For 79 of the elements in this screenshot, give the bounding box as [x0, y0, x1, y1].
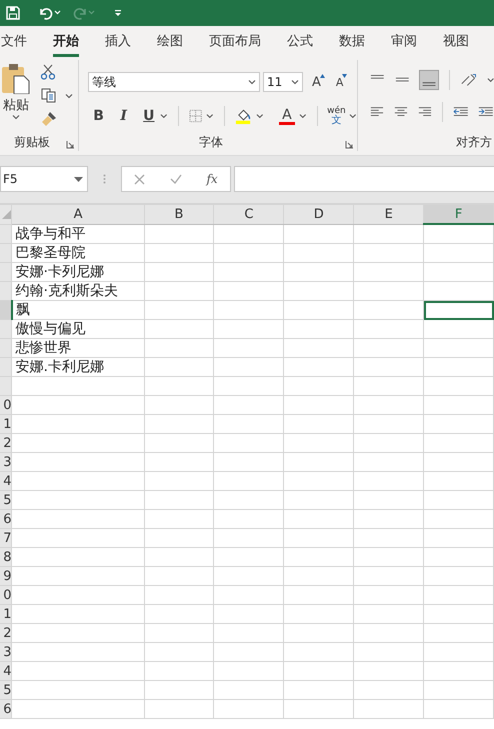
row-header[interactable]: 7 — [0, 528, 12, 548]
name-box[interactable]: F5 — [0, 166, 88, 192]
row-header[interactable]: 9 — [0, 566, 12, 586]
insert-function-button[interactable]: fx — [206, 172, 218, 186]
group-label: 剪贴板 — [13, 134, 51, 151]
font-size-dropdown[interactable]: 11 — [263, 72, 303, 92]
fill-color-icon[interactable] — [234, 107, 252, 125]
row-header[interactable]: 6 — [0, 510, 12, 528]
dialog-launcher-icon[interactable] — [66, 140, 75, 149]
align-left-icon[interactable] — [370, 106, 384, 118]
align-right-icon[interactable] — [418, 106, 432, 118]
align-bottom-icon[interactable] — [419, 69, 440, 91]
bold-button[interactable]: B — [91, 106, 106, 126]
row-header[interactable]: 2 — [0, 624, 12, 642]
ribbon-tab[interactable]: 文件 — [1, 26, 27, 57]
underline-button[interactable]: U — [141, 106, 156, 126]
increase-indent-icon[interactable] — [478, 106, 494, 118]
table-cell: 巴黎圣母院 — [12, 244, 144, 262]
caret-icon[interactable] — [291, 79, 299, 85]
ribbon-tab[interactable]: 审阅 — [391, 26, 417, 57]
column-header[interactable]: E — [354, 204, 424, 224]
column-header[interactable]: F — [424, 204, 494, 224]
scissors-icon[interactable] — [41, 64, 55, 80]
caret-icon[interactable] — [248, 79, 256, 85]
row-header[interactable]: 5 — [0, 490, 12, 510]
group-label: 字体 — [198, 134, 224, 151]
row-header[interactable]: 6 — [0, 700, 12, 718]
selected-cell[interactable] — [424, 300, 494, 320]
shrink-font-button[interactable]: A — [336, 76, 348, 88]
row-header[interactable]: 1 — [0, 604, 12, 624]
ribbon-tab[interactable]: 数据 — [339, 26, 365, 57]
table-cell: 安娜·卡列尼娜 — [12, 262, 144, 282]
align-center-icon[interactable] — [394, 106, 408, 118]
decrease-indent-icon[interactable] — [452, 106, 468, 118]
column-header[interactable]: D — [284, 204, 354, 224]
down-arrow-icon[interactable] — [342, 74, 348, 78]
column-header[interactable]: B — [144, 204, 214, 224]
paste-icon[interactable] — [2, 64, 30, 94]
row-header[interactable]: 0 — [0, 396, 12, 414]
customize-icon[interactable] — [114, 9, 122, 17]
column-header[interactable]: A — [12, 204, 144, 224]
format-painter-icon[interactable] — [41, 111, 57, 127]
ribbon-tab[interactable]: 页面布局 — [209, 26, 261, 57]
row-header[interactable]: 3 — [0, 452, 12, 472]
table-cell: 安娜.卡利尼娜 — [12, 358, 144, 376]
borders-icon[interactable] — [188, 109, 202, 123]
ribbon-tab[interactable]: 视图 — [443, 26, 469, 57]
caret-icon[interactable] — [74, 176, 83, 182]
copy-icon[interactable] — [41, 88, 57, 103]
undo-icon[interactable] — [38, 6, 62, 20]
grow-font-button[interactable]: A — [312, 74, 325, 90]
up-arrow-icon[interactable] — [320, 74, 325, 78]
ribbon-tab[interactable]: 绘图 — [157, 26, 183, 57]
dialog-launcher-icon[interactable] — [345, 140, 354, 149]
row-header[interactable]: 4 — [0, 472, 12, 490]
table-cell: 傲慢与偏见 — [12, 320, 144, 338]
table-cell: 战争与和平 — [12, 224, 144, 244]
row-header[interactable]: 2 — [0, 434, 12, 452]
row-header[interactable]: 3 — [0, 642, 12, 662]
row-header[interactable]: 5 — [0, 680, 12, 700]
row-header[interactable]: 0 — [0, 586, 12, 604]
orientation-icon[interactable] — [460, 72, 477, 88]
row-header[interactable]: 4 — [0, 662, 12, 680]
paste-label[interactable]: 粘贴 — [3, 96, 29, 114]
group-label: 对齐方 — [455, 134, 493, 151]
ribbon-tab[interactable]: 插入 — [105, 26, 131, 57]
formula-input[interactable] — [234, 166, 494, 192]
ribbon-tab[interactable]: 公式 — [287, 26, 313, 57]
row-header[interactable]: 1 — [0, 414, 12, 434]
column-header[interactable]: C — [214, 204, 284, 224]
table-cell: 飘 — [12, 300, 144, 320]
table-cell: 约翰·克利斯朵夫 — [12, 282, 144, 300]
save-icon[interactable] — [6, 6, 20, 20]
font-name-dropdown[interactable]: 等线 — [88, 72, 260, 92]
font-color-button[interactable]: A — [278, 108, 295, 124]
phonetic-guide-button[interactable]: wén 文 — [327, 107, 346, 125]
table-cell: 悲惨世界 — [12, 338, 144, 358]
row-header[interactable]: 8 — [0, 548, 12, 566]
italic-button[interactable]: I — [116, 106, 132, 126]
